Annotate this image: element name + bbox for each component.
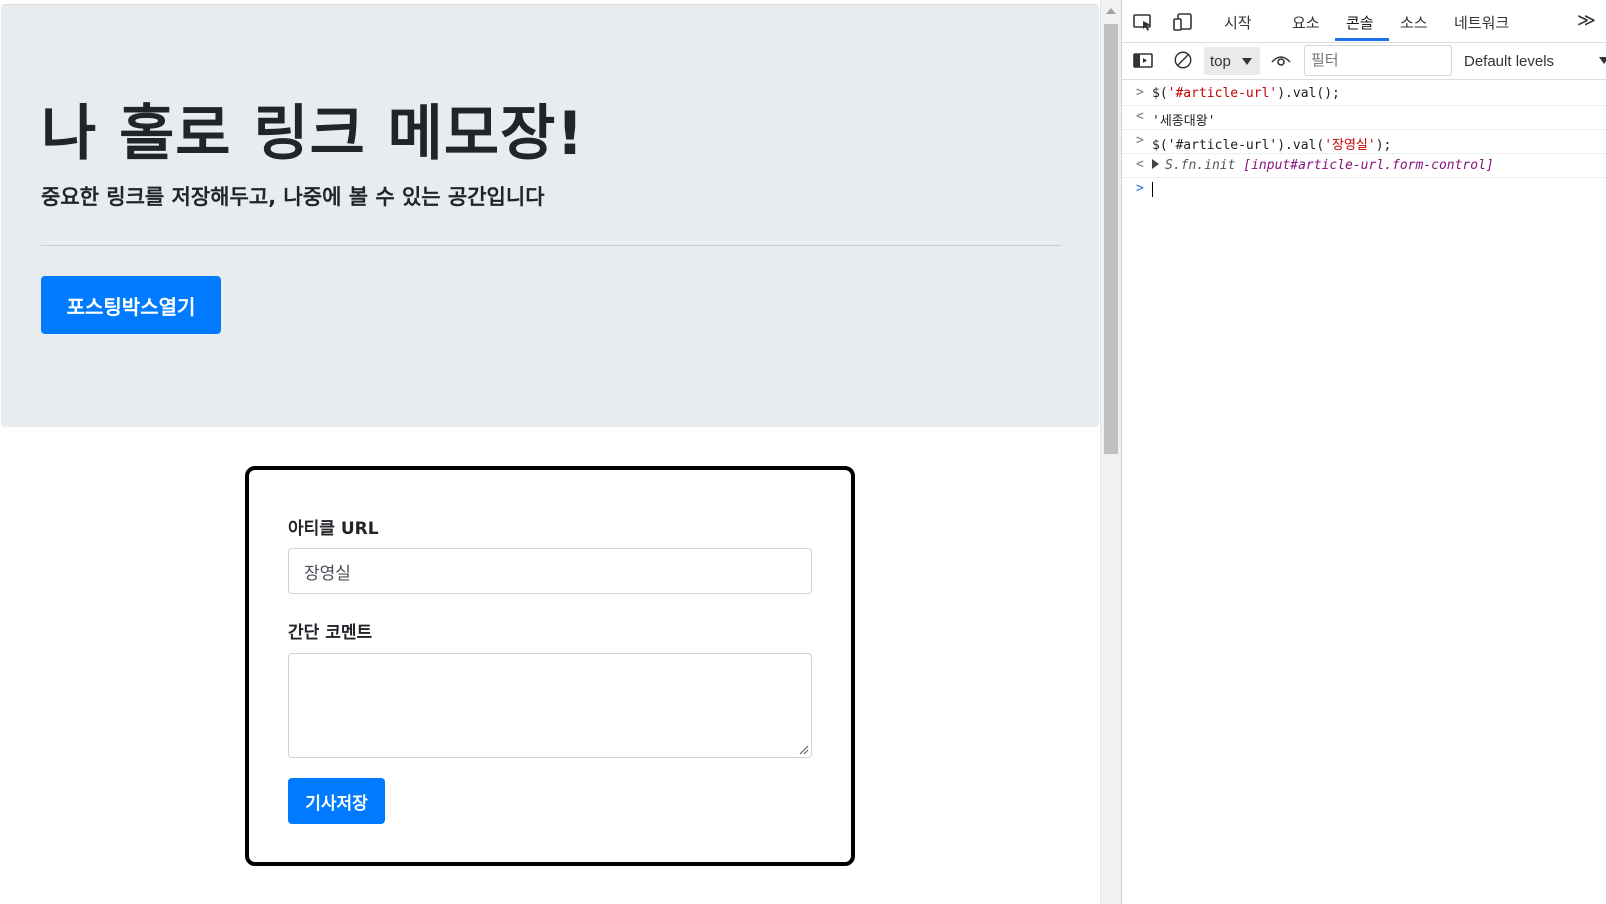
code-string: '장영실' (1324, 138, 1376, 153)
dropdown-arrow-icon (1242, 58, 1252, 65)
comment-textarea[interactable] (288, 653, 812, 758)
console-toolbar: top Default levels (1122, 43, 1606, 80)
console-prompt[interactable]: > (1122, 178, 1606, 202)
console-input-line: > $('#article-url').val('장영실'); (1122, 130, 1606, 154)
page-subtitle: 중요한 링크를 저장해두고, 나중에 볼 수 있는 공간입니다 (41, 185, 545, 209)
code-text: ); (1375, 138, 1392, 153)
open-posting-box-button[interactable]: 포스팅박스열기 (41, 276, 221, 334)
result-chevron-icon: < (1136, 157, 1144, 172)
context-selector[interactable]: top (1204, 47, 1260, 75)
console-input-line: > $('#article-url').val(); (1122, 82, 1606, 106)
object-name: S.fn.init (1165, 158, 1236, 173)
device-toolbar-icon[interactable] (1172, 12, 1194, 32)
scroll-thumb[interactable] (1104, 24, 1118, 454)
context-value: top (1210, 53, 1231, 70)
levels-arrow-icon[interactable] (1599, 57, 1606, 64)
inspect-element-icon[interactable] (1132, 12, 1154, 32)
object-detail: [input#article-url.form-control] (1243, 158, 1494, 173)
page-title: 나 홀로 링크 메모장! (41, 99, 585, 169)
live-expression-eye-icon[interactable] (1270, 51, 1292, 71)
tab-network[interactable]: 네트워크 (1454, 12, 1509, 33)
input-chevron-icon: > (1136, 85, 1144, 100)
result-chevron-icon: < (1136, 109, 1144, 124)
log-levels-dropdown[interactable]: Default levels (1464, 53, 1554, 70)
article-url-label: 아티클 URL (288, 519, 379, 539)
code-text: $( (1152, 86, 1168, 101)
comment-label: 간단 코멘트 (288, 623, 373, 643)
result-string: '세종대왕' (1152, 114, 1216, 129)
tab-console[interactable]: 콘솔 (1346, 12, 1374, 33)
prompt-chevron-icon: > (1136, 181, 1144, 196)
article-url-input[interactable] (288, 548, 812, 594)
console-result-line[interactable]: < S.fn.init [input#article-url.form-cont… (1122, 154, 1606, 178)
jumbotron: 나 홀로 링크 메모장! 중요한 링크를 저장해두고, 나중에 볼 수 있는 공… (1, 4, 1099, 427)
code-text: ).val(); (1277, 86, 1340, 101)
devtools-tab-bar: 시작 요소 콘솔 소스 네트워크 ≫ (1122, 0, 1606, 43)
more-tabs-icon[interactable]: ≫ (1577, 10, 1596, 31)
code-string: '#article-url' (1167, 86, 1278, 101)
tab-sources[interactable]: 소스 (1400, 12, 1428, 33)
clear-console-icon[interactable] (1172, 50, 1194, 70)
code-text: $('#article-url').val( (1152, 138, 1325, 153)
save-article-button[interactable]: 기사저장 (288, 778, 385, 824)
page-scrollbar[interactable] (1100, 0, 1121, 904)
web-page: 나 홀로 링크 메모장! 중요한 링크를 저장해두고, 나중에 볼 수 있는 공… (0, 0, 1100, 904)
input-chevron-icon: > (1136, 133, 1144, 148)
tab-start[interactable]: 시작 (1224, 12, 1252, 33)
text-caret (1152, 182, 1153, 197)
active-tab-indicator (1335, 38, 1389, 41)
tab-elements[interactable]: 요소 (1292, 12, 1320, 33)
devtools-panel: 시작 요소 콘솔 소스 네트워크 ≫ top Default levels (1121, 0, 1606, 904)
posting-box: 아티클 URL 간단 코멘트 기사저장 (245, 466, 855, 866)
scroll-up-arrow-icon[interactable] (1106, 8, 1116, 14)
divider (41, 245, 1061, 246)
expand-triangle-icon[interactable] (1152, 159, 1159, 169)
resize-grip-icon[interactable] (799, 745, 809, 755)
console-filter-input[interactable] (1304, 45, 1452, 76)
console-result-line: < '세종대왕' (1122, 106, 1606, 130)
show-sidebar-icon[interactable] (1132, 51, 1154, 71)
